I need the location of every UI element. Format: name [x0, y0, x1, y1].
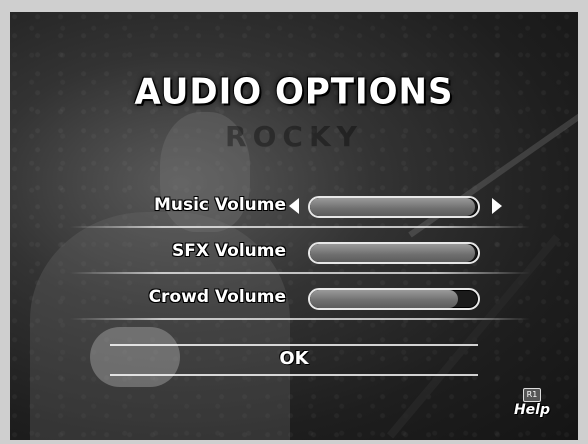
sfx-volume-fill	[310, 244, 475, 262]
row-divider	[70, 272, 530, 274]
r1-button-icon: R1	[523, 388, 541, 402]
sfx-volume-label: SFX Volume	[172, 241, 286, 261]
game-screen: ROCKY AUDIO OPTIONS Music Volume SFX Vol…	[10, 12, 578, 440]
music-volume-label: Music Volume	[153, 195, 286, 215]
ok-button[interactable]: OK	[110, 344, 478, 376]
music-volume-fill	[310, 198, 475, 216]
help-button[interactable]: R1 Help	[502, 388, 562, 418]
crowd-volume-fill	[310, 290, 458, 308]
sfx-volume-row[interactable]: SFX Volume	[10, 238, 578, 274]
row-divider	[70, 226, 530, 228]
page-title: AUDIO OPTIONS	[134, 71, 454, 113]
arrow-right-icon[interactable]	[492, 198, 502, 214]
crowd-volume-slider[interactable]	[308, 288, 480, 310]
arrow-left-icon[interactable]	[289, 198, 299, 214]
music-volume-row[interactable]: Music Volume	[10, 192, 578, 228]
help-label: Help	[513, 402, 551, 418]
background-logo-text: ROCKY	[225, 120, 363, 153]
music-volume-slider[interactable]	[308, 196, 480, 218]
crowd-volume-row[interactable]: Crowd Volume	[10, 284, 578, 320]
crowd-volume-label: Crowd Volume	[148, 287, 286, 307]
sfx-volume-slider[interactable]	[308, 242, 480, 264]
row-divider	[70, 318, 530, 320]
